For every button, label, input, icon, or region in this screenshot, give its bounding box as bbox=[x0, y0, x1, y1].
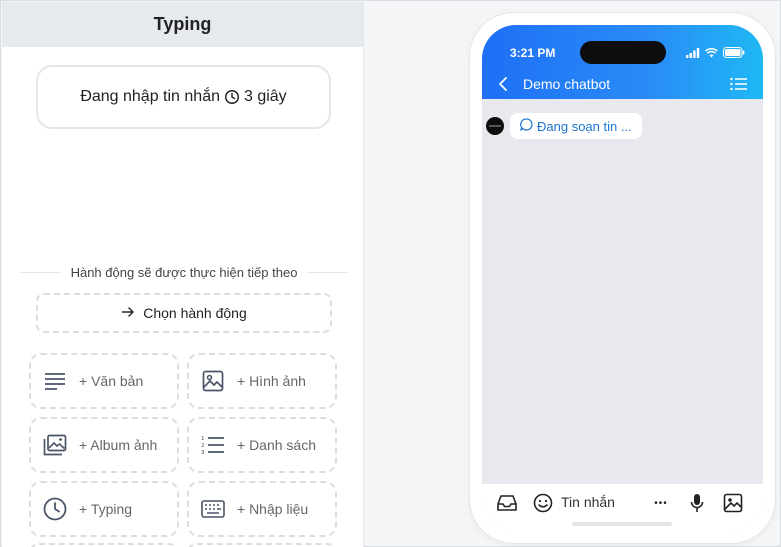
tile-label: + Hình ảnh bbox=[237, 373, 306, 389]
bot-avatar bbox=[486, 117, 504, 135]
app-frame: Typing Đang nhập tin nhắn 3 giây Hành độ… bbox=[0, 0, 781, 547]
home-indicator bbox=[572, 522, 672, 526]
tile-label: + Văn bản bbox=[79, 373, 144, 389]
add-typing-tile[interactable]: + Typing bbox=[29, 481, 179, 537]
emoji-icon[interactable] bbox=[532, 492, 554, 514]
tile-partial bbox=[187, 543, 337, 547]
tile-label: + Album ảnh bbox=[79, 437, 158, 453]
keyboard-icon bbox=[201, 497, 225, 521]
clock-icon bbox=[43, 497, 67, 521]
add-list-tile[interactable]: 123 + Danh sách bbox=[187, 417, 337, 473]
album-icon bbox=[43, 433, 67, 457]
choose-action-button[interactable]: Chọn hành động bbox=[36, 293, 332, 333]
phone-preview: 3:21 PM Demo chatbot Đang soạn tin ... T… bbox=[470, 13, 775, 543]
chat-header: 3:21 PM Demo chatbot bbox=[482, 25, 763, 99]
add-text-tile[interactable]: + Văn bản bbox=[29, 353, 179, 409]
inbox-icon[interactable] bbox=[496, 492, 518, 514]
tile-label: + Typing bbox=[79, 501, 133, 517]
typing-bubble: Đang soạn tin ... bbox=[510, 113, 642, 139]
dynamic-island bbox=[580, 41, 666, 64]
image-icon bbox=[201, 369, 225, 393]
battery-icon bbox=[723, 45, 745, 63]
svg-text:2: 2 bbox=[201, 443, 205, 449]
signal-icon bbox=[686, 45, 700, 63]
add-image-tile[interactable]: + Hình ảnh bbox=[187, 353, 337, 409]
phone-screen: 3:21 PM Demo chatbot Đang soạn tin ... T… bbox=[482, 25, 763, 531]
config-panel: Typing Đang nhập tin nhắn 3 giây Hành độ… bbox=[2, 2, 364, 547]
typing-message: Đang soạn tin ... bbox=[486, 113, 642, 139]
next-action-divider: Hành động sẽ được thực hiện tiếp theo bbox=[20, 264, 349, 280]
divider-line bbox=[20, 271, 61, 273]
panel-title: Typing bbox=[2, 2, 363, 47]
list-menu-icon[interactable] bbox=[729, 75, 749, 93]
back-arrow-icon[interactable] bbox=[496, 75, 510, 93]
svg-text:1: 1 bbox=[201, 436, 205, 442]
choose-action-label: Chọn hành động bbox=[143, 305, 247, 321]
status-time: 3:21 PM bbox=[510, 46, 556, 60]
message-input[interactable]: Tin nhắn bbox=[561, 494, 615, 510]
message-composer: Tin nhắn ••• bbox=[482, 483, 763, 531]
typing-card-text: Đang nhập tin nhắn bbox=[80, 88, 220, 105]
image-icon[interactable] bbox=[722, 492, 744, 514]
svg-text:3: 3 bbox=[201, 450, 205, 456]
chat-nav: Demo chatbot bbox=[482, 71, 763, 97]
text-lines-icon bbox=[43, 369, 67, 393]
tile-partial bbox=[29, 543, 179, 547]
numbered-list-icon: 123 bbox=[201, 433, 225, 457]
typing-card[interactable]: Đang nhập tin nhắn 3 giây bbox=[36, 65, 331, 129]
status-icons bbox=[686, 45, 745, 63]
chat-title: Demo chatbot bbox=[523, 76, 611, 92]
more-options-icon[interactable]: ••• bbox=[650, 492, 672, 514]
tile-label: + Nhập liệu bbox=[237, 501, 309, 517]
typing-duration: 3 giây bbox=[243, 88, 287, 105]
tile-label: + Danh sách bbox=[237, 437, 316, 453]
divider-line bbox=[307, 271, 349, 273]
chat-bubble-icon bbox=[519, 118, 533, 134]
next-action-label: Hành động sẽ được thực hiện tiếp theo bbox=[70, 264, 298, 280]
add-input-tile[interactable]: + Nhập liệu bbox=[187, 481, 337, 537]
arrow-right-icon bbox=[121, 305, 135, 322]
wifi-icon bbox=[705, 45, 718, 63]
add-album-tile[interactable]: + Album ảnh bbox=[29, 417, 179, 473]
clock-icon bbox=[224, 89, 240, 105]
typing-bubble-text: Đang soạn tin ... bbox=[537, 118, 632, 134]
microphone-icon[interactable] bbox=[686, 492, 708, 514]
